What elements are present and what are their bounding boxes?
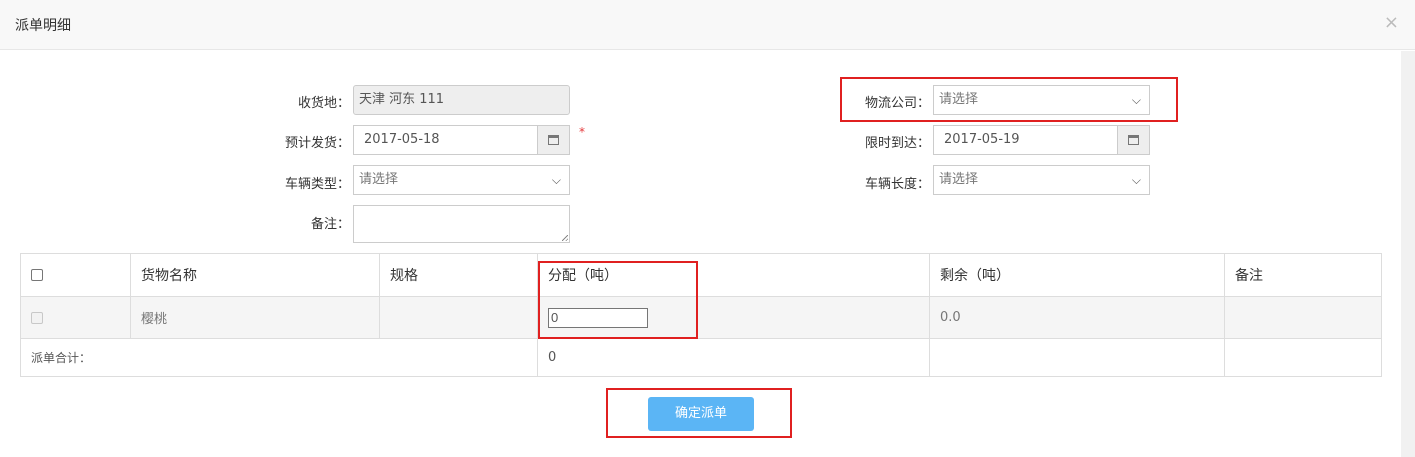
calendar-icon [1128,135,1139,145]
header-remark: 备注 [1224,253,1382,297]
highlight-box-logistics [840,77,1178,122]
vehicle-length-label: 车辆长度： [864,177,930,192]
row-checkbox[interactable] [31,311,43,324]
highlight-box-confirm [606,388,792,438]
remark-textarea[interactable] [353,205,570,243]
row-select-cell [20,296,131,339]
calendar-icon [548,135,559,145]
calendar-button[interactable] [537,125,570,155]
header-spec: 规格 [379,253,538,297]
dialog-header: 派单明细 × [0,0,1415,50]
destination-field: 天津 河东 111 [353,85,570,115]
total-value: 0 [537,338,930,377]
highlight-box-allocation [538,261,698,339]
calendar-button[interactable] [1117,125,1150,155]
total-row: 派单合计： 0 [20,338,1382,377]
close-icon[interactable]: × [1384,13,1399,33]
total-remark-cell [1224,338,1382,377]
row-remark-cell [1224,296,1382,339]
deadline-arrival-date-input[interactable]: 2017-05-19 [933,125,1150,155]
dialog-title: 派单明细 [15,18,71,34]
vehicle-length-select[interactable]: 请选择 ⌵ [933,165,1150,195]
planned-ship-value: 2017-05-18 [364,132,440,147]
deadline-arrival-value: 2017-05-19 [944,132,1020,147]
table-row: 樱桃 0.0 [20,296,1382,339]
header-remaining: 剩余（吨） [929,253,1225,297]
select-all-checkbox[interactable] [31,269,43,281]
required-mark: * [579,125,585,139]
vehicle-type-value: 请选择 [359,172,399,187]
cargo-name-cell: 樱桃 [130,296,380,339]
table-header-row: 货物名称 规格 分配（吨） 剩余（吨） 备注 [20,253,1382,297]
spec-cell [379,296,538,339]
remark-label: 备注： [310,217,350,232]
chevron-down-icon: ⌵ [1131,173,1141,187]
vehicle-type-label: 车辆类型： [284,177,350,192]
header-select-all-cell [20,253,131,297]
planned-ship-label: 预计发货： [284,136,350,151]
vehicle-length-value: 请选择 [939,172,979,187]
remaining-cell: 0.0 [929,296,1225,339]
vehicle-type-select[interactable]: 请选择 ⌵ [353,165,570,195]
header-cargo-name: 货物名称 [130,253,380,297]
deadline-arrival-label: 限时到达： [864,136,930,151]
planned-ship-date-input[interactable]: 2017-05-18 [353,125,570,155]
resize-handle-icon[interactable] [562,235,568,241]
chevron-down-icon: ⌵ [551,173,561,187]
destination-label: 收货地： [297,96,350,111]
total-remaining-cell [929,338,1225,377]
scrollbar[interactable] [1401,51,1415,457]
total-label: 派单合计： [20,338,538,377]
cargo-table: 货物名称 规格 分配（吨） 剩余（吨） 备注 樱桃 0.0 派单合计： 0 [20,253,1382,377]
